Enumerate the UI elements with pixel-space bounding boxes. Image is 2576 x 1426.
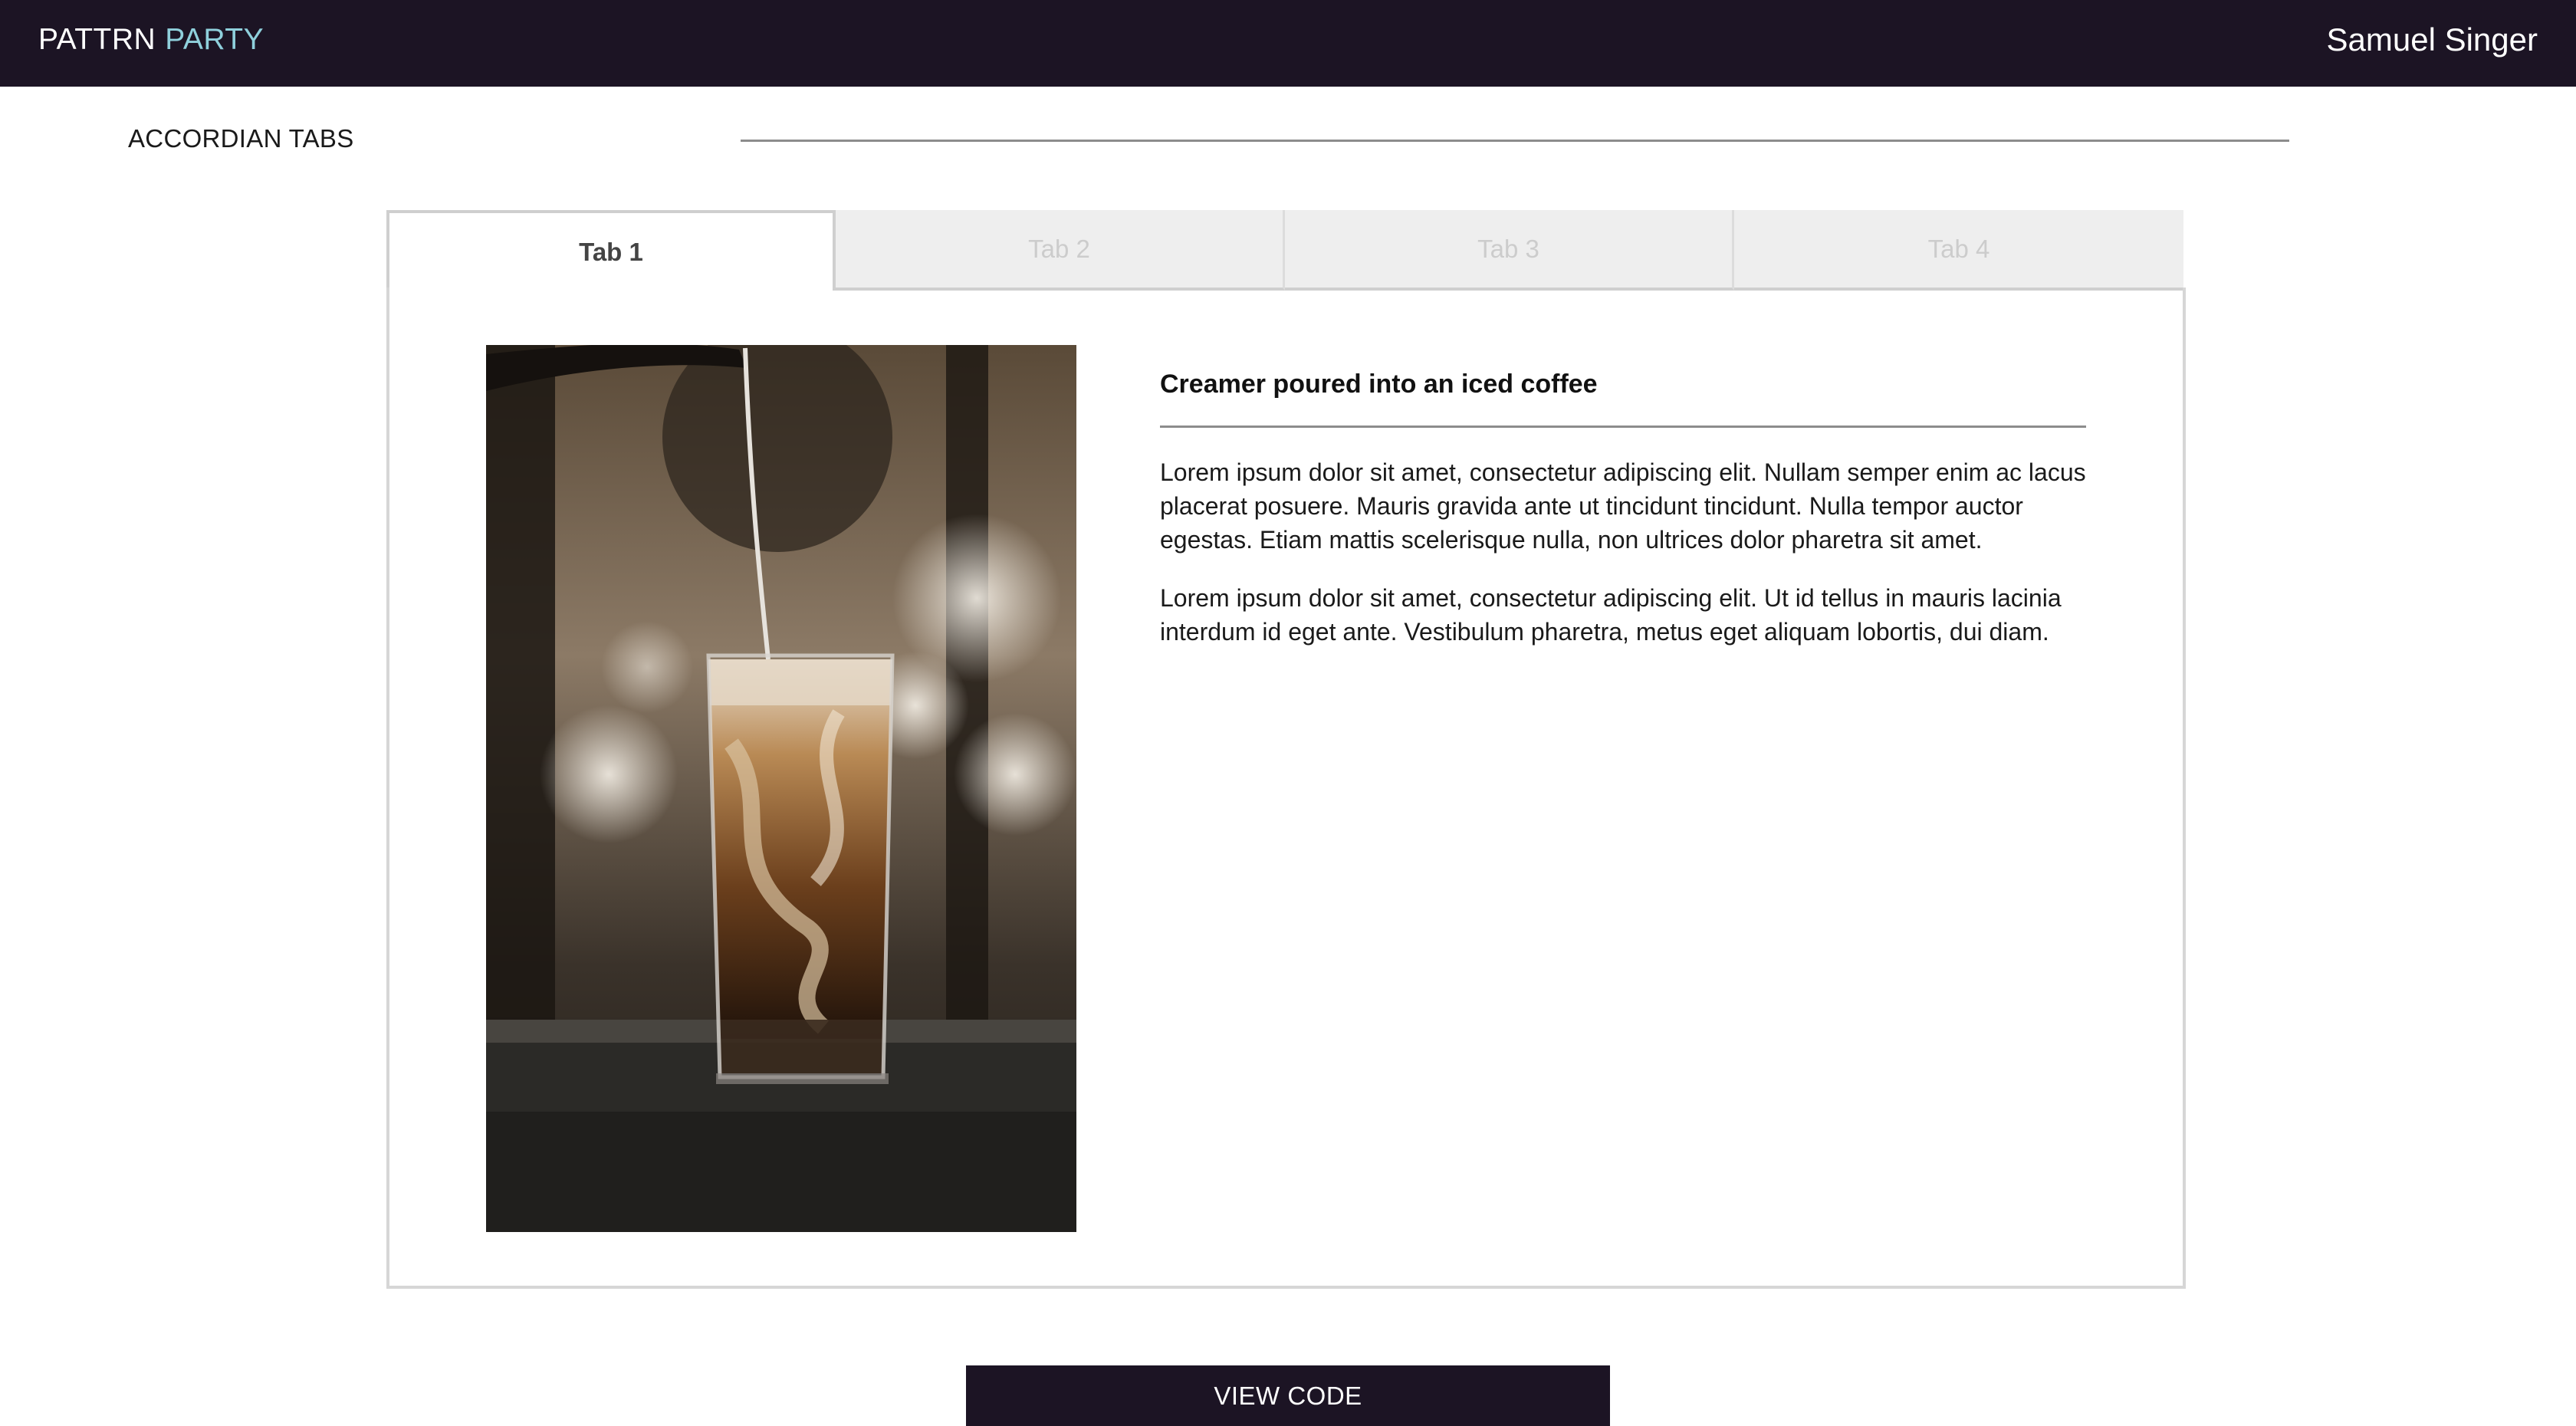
panel-paragraph-2: Lorem ipsum dolor sit amet, consectetur … bbox=[1160, 584, 2062, 646]
brand-logo[interactable]: PATTRN PARTY bbox=[38, 0, 264, 79]
brand-accent-text: PARTY bbox=[165, 22, 264, 56]
panel-paragraph-1: Lorem ipsum dolor sit amet, consectetur … bbox=[1160, 458, 2086, 554]
tab-4[interactable]: Tab 4 bbox=[1734, 210, 2183, 291]
brand-primary-text: PATTRN bbox=[38, 22, 156, 56]
tab-1[interactable]: Tab 1 bbox=[386, 210, 836, 291]
section-divider bbox=[741, 140, 2289, 142]
top-navigation-bar: PATTRN PARTY Samuel Singer bbox=[0, 0, 2576, 87]
section-title: ACCORDIAN TABS bbox=[128, 124, 354, 153]
iced-coffee-photo bbox=[486, 345, 1076, 1232]
tab-2[interactable]: Tab 2 bbox=[836, 210, 1285, 291]
view-code-button[interactable]: VIEW CODE bbox=[966, 1365, 1610, 1426]
tab-bar: Tab 1 Tab 2 Tab 3 Tab 4 bbox=[386, 210, 2184, 291]
tab-3[interactable]: Tab 3 bbox=[1285, 210, 1734, 291]
user-name[interactable]: Samuel Singer bbox=[2327, 0, 2538, 79]
panel-heading: Creamer poured into an iced coffee bbox=[1160, 370, 1598, 399]
panel-heading-divider bbox=[1160, 426, 2086, 428]
